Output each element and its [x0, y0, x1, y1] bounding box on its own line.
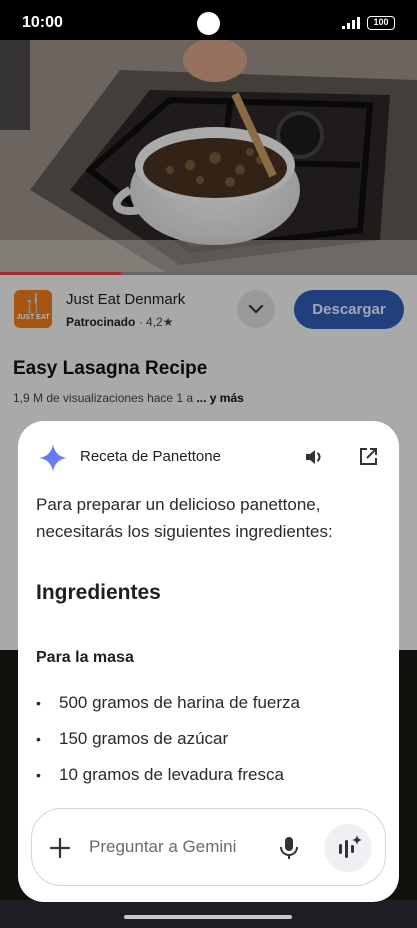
open-external-icon[interactable] — [356, 445, 380, 469]
subsection-heading: Para la masa — [36, 649, 134, 666]
ingredient-item: • 500 gramos de harina de fuerza — [36, 693, 300, 713]
gemini-input-bar[interactable]: Preguntar a Gemini — [31, 808, 386, 886]
plus-icon[interactable] — [48, 836, 72, 860]
ingredient-item: • 10 gramos de levadura fresca — [36, 765, 284, 785]
bullet: • — [36, 731, 41, 747]
gemini-title: Receta de Panettone — [80, 448, 221, 465]
status-bar: 10:00 100 — [0, 0, 417, 40]
home-indicator[interactable] — [124, 915, 292, 919]
ingredient-text: 150 gramos de azúcar — [59, 729, 229, 748]
microphone-icon[interactable] — [277, 835, 301, 861]
gemini-sparkle-icon — [39, 444, 67, 472]
bullet: • — [36, 695, 41, 711]
gemini-sheet: Receta de Panettone Para preparar un del… — [18, 421, 399, 902]
gemini-live-button[interactable] — [324, 824, 372, 872]
battery-icon: 100 — [367, 16, 395, 30]
ingredient-item: • 150 gramos de azúcar — [36, 729, 228, 749]
gemini-live-icon — [339, 835, 362, 858]
section-heading: Ingredientes — [36, 581, 161, 604]
status-time: 10:00 — [22, 14, 63, 31]
signal-icon — [342, 17, 360, 29]
speaker-icon[interactable] — [302, 445, 326, 469]
response-intro: Para preparar un delicioso panettone, ne… — [36, 495, 333, 541]
front-camera — [197, 12, 220, 35]
ask-gemini-input[interactable]: Preguntar a Gemini — [89, 837, 236, 857]
ingredient-text: 500 gramos de harina de fuerza — [59, 693, 300, 712]
ingredient-text: 10 gramos de levadura fresca — [59, 765, 284, 784]
bullet: • — [36, 767, 41, 783]
